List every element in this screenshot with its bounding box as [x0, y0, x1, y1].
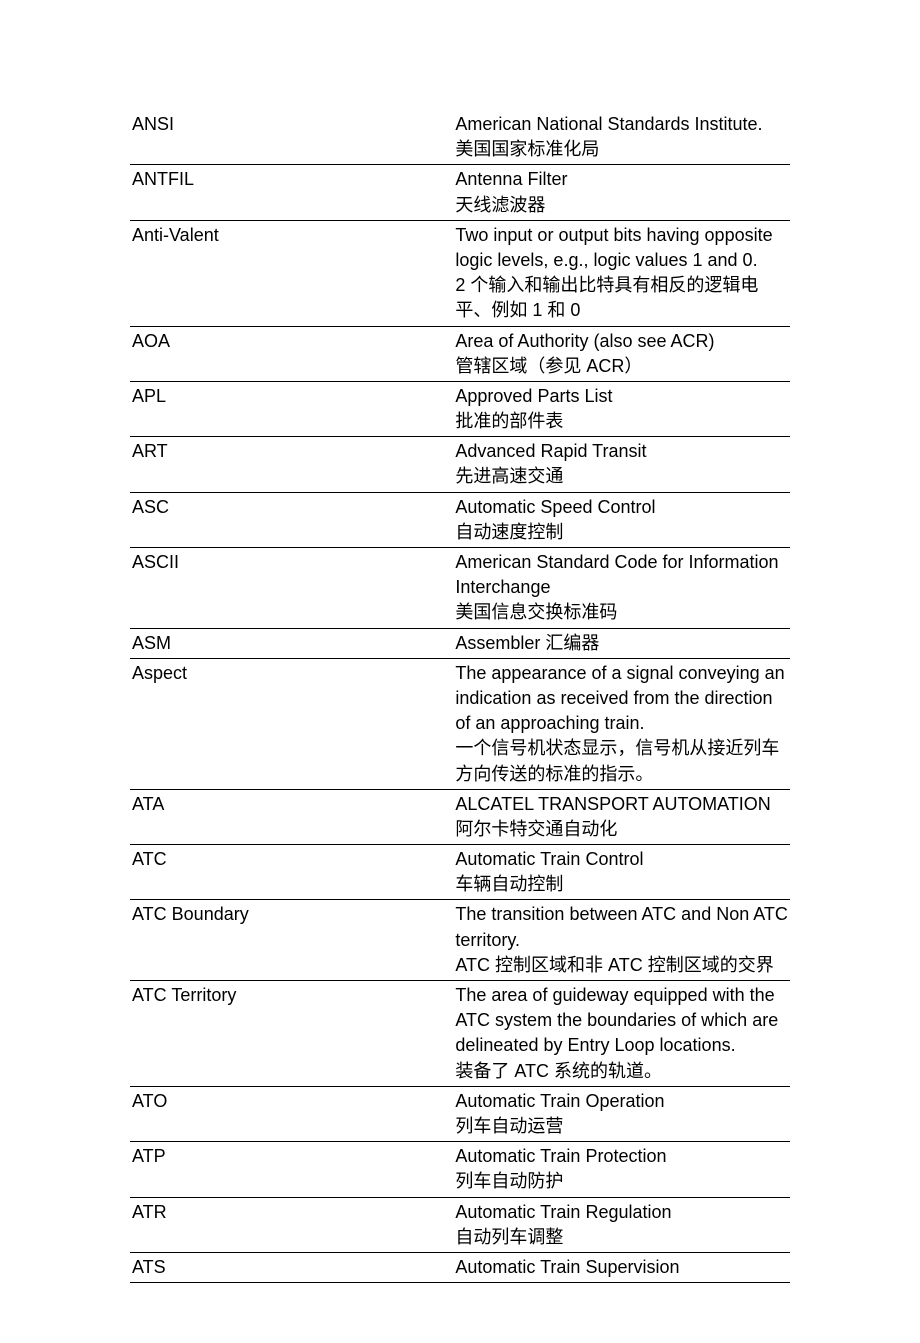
table-row: ATRAutomatic Train Regulation自动列车调整 — [130, 1197, 790, 1252]
definition-line: Area of Authority (also see ACR) — [455, 329, 788, 354]
definition-line: 车辆自动控制 — [455, 872, 788, 897]
table-row: APLApproved Parts List批准的部件表 — [130, 381, 790, 436]
term-cell: ATR — [130, 1197, 453, 1252]
definition-line: 装备了 ATC 系统的轨道。 — [455, 1059, 788, 1084]
definition-line: The area of guideway equipped with the A… — [455, 983, 788, 1059]
definition-line: 列车自动运营 — [455, 1114, 788, 1139]
glossary-table: ANSIAmerican National Standards Institut… — [130, 110, 790, 1283]
definition-line: Automatic Train Control — [455, 847, 788, 872]
term-cell: ANTFIL — [130, 165, 453, 220]
definition-cell: Automatic Train Regulation自动列车调整 — [453, 1197, 790, 1252]
definition-cell: Automatic Train Protection列车自动防护 — [453, 1142, 790, 1197]
term-cell: ATA — [130, 789, 453, 844]
table-row: ATC TerritoryThe area of guideway equipp… — [130, 981, 790, 1087]
definition-line: 阿尔卡特交通自动化 — [455, 817, 788, 842]
definition-line: 美国信息交换标准码 — [455, 600, 788, 625]
term-cell: ATC Boundary — [130, 900, 453, 981]
term-cell: ATO — [130, 1086, 453, 1141]
definition-cell: Assembler 汇编器 — [453, 628, 790, 658]
term-cell: ART — [130, 437, 453, 492]
table-row: ASCIIAmerican Standard Code for Informat… — [130, 548, 790, 629]
definition-cell: Automatic Train Operation列车自动运营 — [453, 1086, 790, 1141]
term-cell: APL — [130, 381, 453, 436]
table-row: ANTFILAntenna Filter天线滤波器 — [130, 165, 790, 220]
table-row: ANSIAmerican National Standards Institut… — [130, 110, 790, 165]
term-cell: Anti-Valent — [130, 220, 453, 326]
definition-line: 一个信号机状态显示，信号机从接近列车方向传送的标准的指示。 — [455, 736, 788, 786]
definition-cell: Automatic Train Supervision — [453, 1252, 790, 1282]
term-cell: ATP — [130, 1142, 453, 1197]
definition-line: American Standard Code for Information I… — [455, 550, 788, 600]
definition-line: 自动速度控制 — [455, 520, 788, 545]
definition-line: Antenna Filter — [455, 167, 788, 192]
definition-line: Assembler 汇编器 — [455, 631, 788, 656]
definition-cell: Area of Authority (also see ACR)管辖区域（参见 … — [453, 326, 790, 381]
definition-cell: The area of guideway equipped with the A… — [453, 981, 790, 1087]
table-row: AOAArea of Authority (also see ACR)管辖区域（… — [130, 326, 790, 381]
term-cell: Aspect — [130, 658, 453, 789]
definition-line: ALCATEL TRANSPORT AUTOMATION — [455, 792, 788, 817]
term-cell: ANSI — [130, 110, 453, 165]
term-cell: ATC — [130, 845, 453, 900]
definition-line: 先进高速交通 — [455, 464, 788, 489]
definition-line: 自动列车调整 — [455, 1225, 788, 1250]
term-cell: ASM — [130, 628, 453, 658]
definition-line: 天线滤波器 — [455, 193, 788, 218]
definition-cell: Advanced Rapid Transit先进高速交通 — [453, 437, 790, 492]
table-row: Anti-ValentTwo input or output bits havi… — [130, 220, 790, 326]
definition-line: Automatic Train Supervision — [455, 1255, 788, 1280]
table-row: ATAALCATEL TRANSPORT AUTOMATION阿尔卡特交通自动化 — [130, 789, 790, 844]
glossary-body: ANSIAmerican National Standards Institut… — [130, 110, 790, 1283]
term-cell: ASC — [130, 492, 453, 547]
table-row: ATSAutomatic Train Supervision — [130, 1252, 790, 1282]
definition-cell: The transition between ATC and Non ATC t… — [453, 900, 790, 981]
definition-line: Approved Parts List — [455, 384, 788, 409]
definition-cell: American Standard Code for Information I… — [453, 548, 790, 629]
term-cell: ATC Territory — [130, 981, 453, 1087]
table-row: ASCAutomatic Speed Control自动速度控制 — [130, 492, 790, 547]
definition-cell: Automatic Train Control车辆自动控制 — [453, 845, 790, 900]
definition-line: Advanced Rapid Transit — [455, 439, 788, 464]
definition-line: 列车自动防护 — [455, 1169, 788, 1194]
table-row: AspectThe appearance of a signal conveyi… — [130, 658, 790, 789]
definition-line: Automatic Train Operation — [455, 1089, 788, 1114]
term-cell: AOA — [130, 326, 453, 381]
definition-line: Automatic Train Regulation — [455, 1200, 788, 1225]
definition-cell: Two input or output bits having opposite… — [453, 220, 790, 326]
definition-line: 批准的部件表 — [455, 409, 788, 434]
term-cell: ASCII — [130, 548, 453, 629]
definition-line: 美国国家标准化局 — [455, 137, 788, 162]
definition-line: Two input or output bits having opposite… — [455, 223, 788, 273]
definition-cell: The appearance of a signal conveying an … — [453, 658, 790, 789]
definition-line: The transition between ATC and Non ATC t… — [455, 902, 788, 952]
definition-line: 2 个输入和输出比特具有相反的逻辑电平、例如 1 和 0 — [455, 273, 788, 323]
term-cell: ATS — [130, 1252, 453, 1282]
definition-cell: Approved Parts List批准的部件表 — [453, 381, 790, 436]
definition-line: ATC 控制区域和非 ATC 控制区域的交界 — [455, 953, 788, 978]
table-row: ATC BoundaryThe transition between ATC a… — [130, 900, 790, 981]
definition-cell: American National Standards Institute.美国… — [453, 110, 790, 165]
table-row: ATOAutomatic Train Operation列车自动运营 — [130, 1086, 790, 1141]
definition-cell: Antenna Filter天线滤波器 — [453, 165, 790, 220]
definition-line: Automatic Train Protection — [455, 1144, 788, 1169]
definition-cell: Automatic Speed Control自动速度控制 — [453, 492, 790, 547]
definition-line: 管辖区域（参见 ACR） — [455, 354, 788, 379]
table-row: ASMAssembler 汇编器 — [130, 628, 790, 658]
table-row: ARTAdvanced Rapid Transit先进高速交通 — [130, 437, 790, 492]
table-row: ATCAutomatic Train Control车辆自动控制 — [130, 845, 790, 900]
definition-cell: ALCATEL TRANSPORT AUTOMATION阿尔卡特交通自动化 — [453, 789, 790, 844]
definition-line: American National Standards Institute. — [455, 112, 788, 137]
table-row: ATPAutomatic Train Protection列车自动防护 — [130, 1142, 790, 1197]
definition-line: Automatic Speed Control — [455, 495, 788, 520]
definition-line: The appearance of a signal conveying an … — [455, 661, 788, 737]
